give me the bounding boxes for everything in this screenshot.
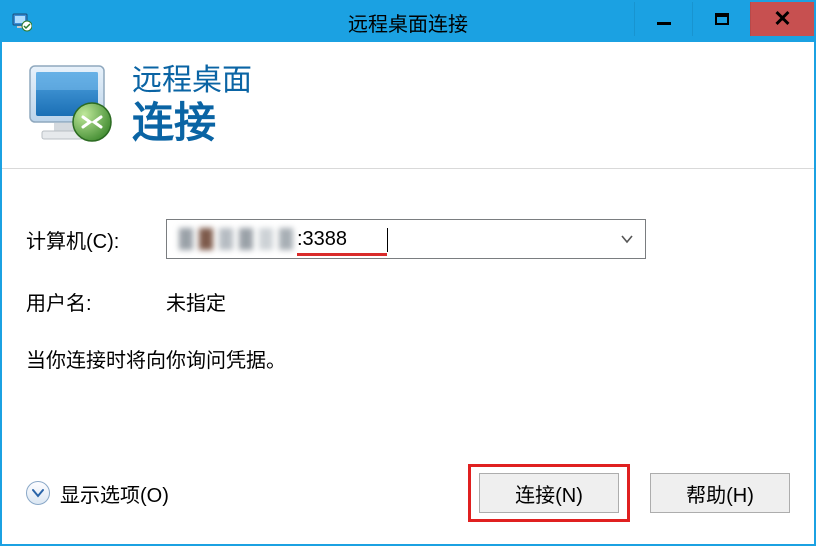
window-controls: ✕	[634, 2, 814, 36]
header-title-2: 连接	[132, 99, 252, 147]
computer-input[interactable]	[167, 220, 609, 258]
window-title: 远程桌面连接	[348, 8, 468, 37]
rdp-header-icon	[20, 60, 120, 150]
show-options-toggle[interactable]: 显示选项(O)	[26, 479, 169, 508]
dialog-body: 计算机(C): 用户名: 未指定	[2, 169, 814, 373]
header-text: 远程桌面 连接	[132, 63, 252, 147]
username-row: 用户名: 未指定	[26, 287, 790, 316]
rdp-window: 远程桌面连接 ✕	[0, 0, 816, 546]
computer-row: 计算机(C):	[26, 219, 790, 259]
header: 远程桌面 连接	[2, 42, 814, 169]
minimize-button[interactable]	[634, 2, 692, 36]
credentials-hint: 当你连接时将向你询问凭据。	[26, 344, 790, 373]
header-title-1: 远程桌面	[132, 63, 252, 99]
chevron-down-icon	[26, 481, 50, 505]
rdp-titlebar-icon	[12, 12, 32, 32]
close-button[interactable]: ✕	[750, 2, 814, 36]
computer-combobox[interactable]	[166, 219, 646, 259]
combo-dropdown-button[interactable]	[609, 220, 645, 258]
computer-label: 计算机(C):	[26, 225, 166, 254]
footer: 显示选项(O) 连接(N) 帮助(H)	[26, 464, 790, 522]
connect-button[interactable]: 连接(N)	[479, 473, 619, 513]
username-value: 未指定	[166, 287, 226, 316]
maximize-button[interactable]	[692, 2, 750, 36]
footer-buttons: 连接(N) 帮助(H)	[468, 464, 790, 522]
show-options-label: 显示选项(O)	[60, 479, 169, 508]
help-button[interactable]: 帮助(H)	[650, 473, 790, 513]
titlebar[interactable]: 远程桌面连接 ✕	[2, 2, 814, 42]
username-label: 用户名:	[26, 287, 166, 316]
annotation-highlight: 连接(N)	[468, 464, 630, 522]
